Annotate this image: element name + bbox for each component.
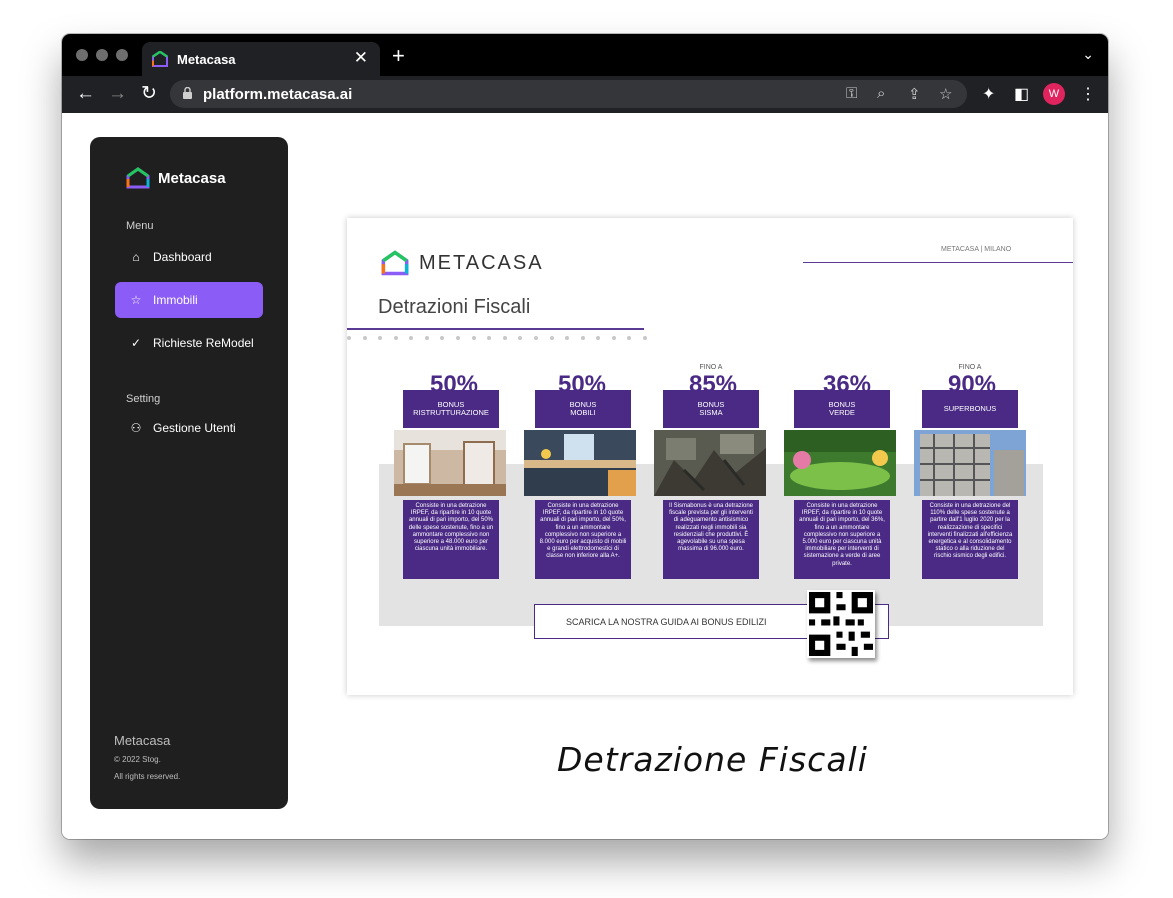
sidebar-item-richieste-remodel[interactable]: ✓ Richieste ReModel [115,325,263,361]
metacasa-logo-icon [381,250,409,276]
sidebar-brand-name: Metacasa [158,169,226,187]
setting-section-label: Setting [126,393,161,405]
title-underline [347,328,644,330]
bonus-label: BONUS VERDE [794,390,890,428]
sidebar-item-label: Richieste ReModel [153,336,254,350]
garden-photo [784,430,896,496]
tab-search-chevron-icon[interactable]: ⌄ [1082,46,1094,63]
star-icon: ☆ [130,293,142,307]
browser-menu-icon[interactable]: ⋮ [1080,84,1096,104]
screenshot-stage: Metacasa ✕ + ⌄ ← → ↻ platform.metacasa.a… [0,0,1173,898]
new-tab-icon[interactable]: + [392,43,405,69]
sidebar-footer-rights: All rights reserved. [114,772,181,781]
header-divider [803,262,1073,263]
sidebar-item-dashboard[interactable]: ⌂ Dashboard [115,239,263,275]
window-close-dot[interactable] [76,49,88,61]
sidebar-item-label: Gestione Utenti [153,421,236,435]
users-icon: ⚇ [130,421,142,435]
page-caption: Detrazione Fiscali [557,740,868,779]
share-icon[interactable]: ⇪ [908,85,921,103]
sidebar-footer-copyright: © 2022 Stog. [114,755,161,764]
page-content: Metacasa Menu ⌂ Dashboard ☆ Immobili ✓ R… [62,113,1108,839]
sidebar: Metacasa Menu ⌂ Dashboard ☆ Immobili ✓ R… [90,137,288,809]
sidebar-footer-name: Metacasa [114,733,171,748]
renovation-room-photo [394,430,506,496]
dotted-divider [347,336,647,342]
bonus-description: Consiste in una detrazione IRPEF, da rip… [403,500,499,579]
menu-section-label: Menu [126,220,154,232]
tab-bar: Metacasa ✕ + ⌄ [62,34,1108,76]
home-icon: ⌂ [132,250,140,264]
bonus-prefix: FINO A [699,364,723,371]
sidebar-brand[interactable]: Metacasa [126,167,226,189]
back-icon[interactable]: ← [76,83,95,105]
window-zoom-dot[interactable] [116,49,128,61]
bonus-label: BONUS RISTRUTTURAZIONE [403,390,499,428]
tab-title: Metacasa [177,52,236,67]
reload-icon[interactable]: ↻ [141,83,157,105]
extensions-icon[interactable]: ✦ [982,84,995,104]
bonus-label: BONUS MOBILI [535,390,631,428]
bonus-label: BONUS SISMA [663,390,759,428]
address-bar[interactable]: platform.metacasa.ai ⚿ ⌕ ⇪ ☆ [170,80,967,108]
forward-icon[interactable]: → [108,83,127,105]
building-scaffolding-photo [914,430,1026,496]
download-guide-label: SCARICA LA NOSTRA GUIDA AI BONUS EDILIZI [566,616,767,627]
lock-icon [183,87,192,99]
metacasa-logo-icon [126,167,150,189]
sidebar-item-immobili[interactable]: ☆ Immobili [115,282,263,318]
window-minimize-dot[interactable] [96,49,108,61]
bookmark-star-icon[interactable]: ☆ [939,85,952,103]
kitchen-photo [524,430,636,496]
url-text: platform.metacasa.ai [203,86,353,103]
detrazioni-infographic: METACASA METACASA | MILANO Detrazioni Fi… [347,218,1073,695]
zoom-icon[interactable]: ⌕ [877,85,885,102]
browser-toolbar: ← → ↻ platform.metacasa.ai ⚿ ⌕ ⇪ ☆ ✦ ◧ W… [62,76,1108,113]
earthquake-damage-photo [654,430,766,496]
document-brand: METACASA [381,250,544,276]
bonus-label: SUPERBONUS [922,390,1018,428]
bonus-description: Consiste in una detrazione del 110% dell… [922,500,1018,579]
tab-close-icon[interactable]: ✕ [354,48,368,68]
browser-window: Metacasa ✕ + ⌄ ← → ↻ platform.metacasa.a… [62,34,1108,839]
bonus-description: Il Sismabonus è una detrazione fiscale p… [663,500,759,579]
document-title: Detrazioni Fiscali [378,296,531,318]
metacasa-favicon-icon [152,51,168,67]
document-location: METACASA | MILANO [941,246,1012,253]
qr-code-icon[interactable] [807,590,875,658]
document-brand-name: METACASA [419,251,544,274]
profile-avatar[interactable]: W [1043,83,1065,105]
bonus-prefix: FINO A [958,364,982,371]
sidebar-item-label: Dashboard [153,250,212,264]
sidebar-item-label: Immobili [153,293,198,307]
sidebar-item-gestione-utenti[interactable]: ⚇ Gestione Utenti [115,410,263,446]
key-icon[interactable]: ⚿ [846,85,857,102]
browser-tab[interactable]: Metacasa ✕ [142,42,380,76]
bonus-description: Consiste in una detrazione IRPEF, da rip… [535,500,631,579]
side-panel-icon[interactable]: ◧ [1014,84,1029,104]
bonus-description: Consiste in una detrazione IRPEF, da rip… [794,500,890,579]
check-circle-icon: ✓ [130,336,142,350]
